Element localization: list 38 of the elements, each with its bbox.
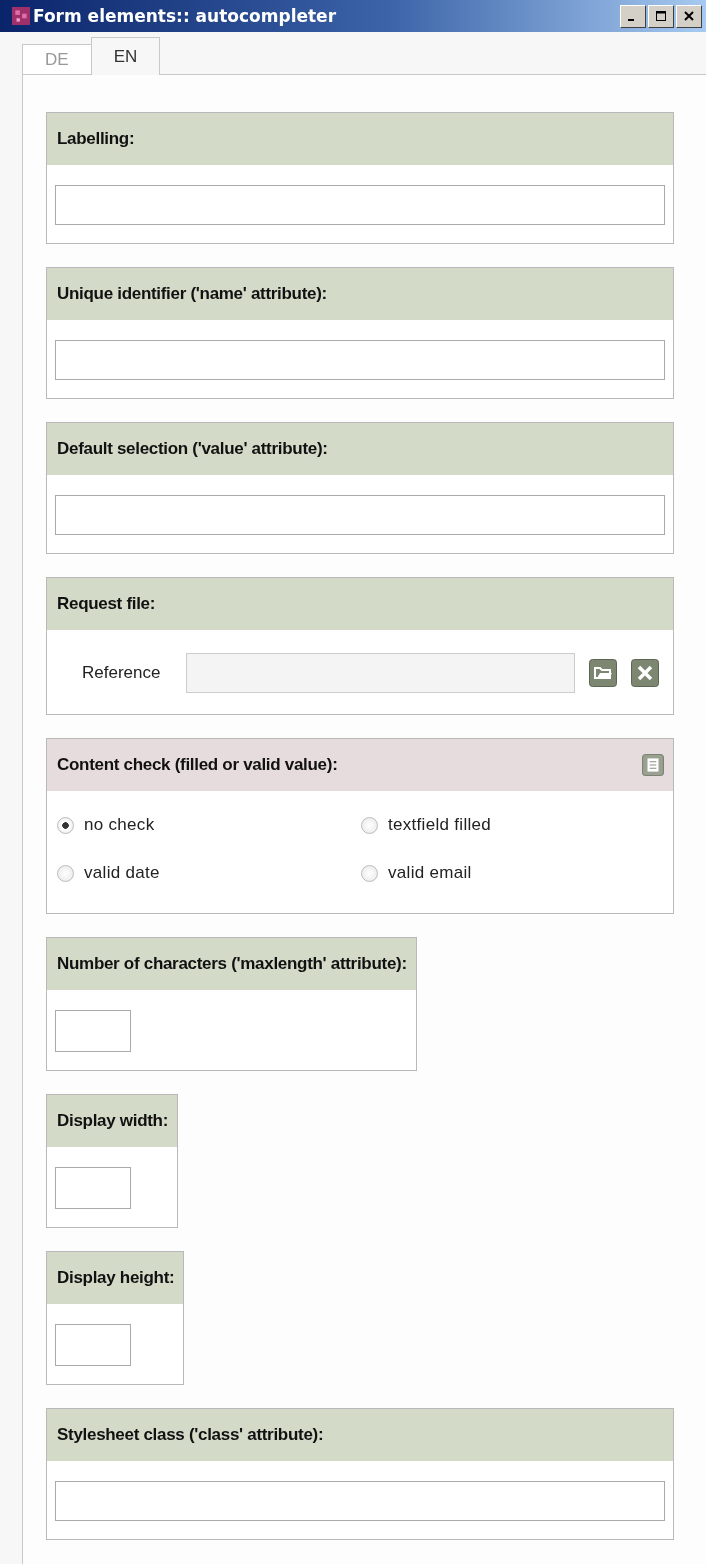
section-heading: Unique identifier ('name' attribute): <box>57 284 327 304</box>
section-heading: Stylesheet class ('class' attribute): <box>57 1425 324 1445</box>
folder-icon[interactable] <box>589 659 617 687</box>
section-heading: Display height: <box>57 1268 175 1288</box>
maximize-icon <box>655 10 667 22</box>
text-field[interactable] <box>55 495 665 535</box>
reference-field[interactable] <box>186 653 575 693</box>
field-label: Reference <box>82 663 161 683</box>
text-field[interactable] <box>55 1481 665 1521</box>
maximize-button[interactable] <box>648 4 674 28</box>
number-field[interactable] <box>55 1167 131 1209</box>
radio-label: textfield filled <box>388 815 492 835</box>
text-field[interactable] <box>55 185 665 225</box>
minimize-button[interactable] <box>620 4 646 28</box>
section-heading: Default selection ('value' attribute): <box>57 439 328 459</box>
radio-button[interactable] <box>361 864 378 882</box>
section-heading: Request file: <box>57 594 156 614</box>
section-heading: Number of characters ('maxlength' attribute): <box>57 954 407 974</box>
document-icon[interactable] <box>642 754 664 776</box>
text-field[interactable] <box>55 340 665 380</box>
radio-button[interactable] <box>57 864 74 882</box>
section-heading: Labelling: <box>57 129 135 149</box>
number-field[interactable] <box>55 1324 131 1366</box>
clear-icon[interactable] <box>631 659 659 687</box>
radio-button[interactable] <box>361 816 378 834</box>
number-field[interactable] <box>55 1010 131 1052</box>
app-icon <box>12 7 30 25</box>
radio-label: valid email <box>388 863 472 883</box>
section-heading: Content check (filled or valid value): <box>57 755 338 775</box>
language-tab[interactable]: EN <box>90 37 161 75</box>
window-title: Form elements:: autocompleter <box>33 6 338 26</box>
radio-button[interactable] <box>57 816 74 834</box>
close-button[interactable] <box>676 4 702 28</box>
radio-label: no check <box>84 815 155 835</box>
radio-label: valid date <box>84 863 160 883</box>
section-heading: Display width: <box>57 1111 169 1131</box>
close-icon <box>683 10 695 22</box>
minimize-icon <box>628 19 634 21</box>
